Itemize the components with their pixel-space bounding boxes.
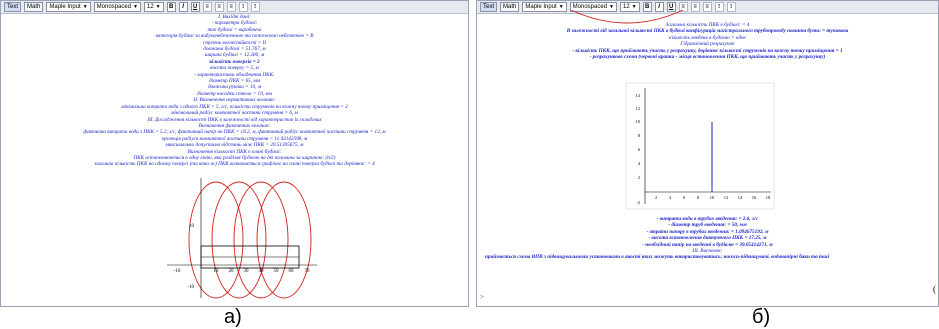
y-tick-label: -10 — [187, 285, 194, 290]
font-size-select[interactable]: 12 ▼ — [143, 2, 164, 12]
bullet-list-icon[interactable]: ⁝ — [714, 2, 724, 12]
coverage-circle — [211, 181, 267, 299]
numbered-list-icon[interactable]: ⁝ — [726, 2, 736, 12]
numbered-list-icon[interactable]: ⁝ — [250, 2, 260, 12]
x-tick-label: 2 — [655, 195, 657, 200]
x-tick-label: 10 — [214, 269, 220, 274]
align-right-icon[interactable]: ≡ — [702, 2, 712, 12]
y-tick-label: 10 — [189, 224, 195, 229]
coverage-circle — [233, 181, 289, 299]
coverage-circles — [188, 181, 312, 299]
coverage-circle — [256, 181, 312, 299]
x-tick-label: 30 — [244, 269, 250, 274]
italic-button[interactable]: I — [178, 2, 188, 12]
math-mode-button[interactable]: Math — [24, 2, 44, 12]
maple-worksheet-b: Text Math Maple Input ▼ Monospaced ▼ 12 ▼ B… — [476, 0, 939, 307]
conclusion-text: приймається схема ВПВ з підвищувальними … — [485, 254, 830, 261]
text-mode-button[interactable]: Text — [4, 2, 22, 12]
underline-button[interactable]: U — [190, 2, 200, 12]
y-tick-label: 2 — [638, 175, 640, 180]
text-line: - розрахункова схема (червоні крапки - м… — [589, 54, 826, 61]
y-tick-label: 10 — [636, 119, 641, 124]
y-tick-label: 12 — [636, 106, 641, 111]
x-tick-label: 50 — [274, 269, 280, 274]
chevron-down-icon: ▼ — [133, 4, 138, 10]
worksheet-content-a[interactable]: І. Вихідні дані: - параметри будівлі: ти… — [1, 14, 468, 306]
font-select[interactable]: Monospaced ▼ — [93, 2, 141, 12]
chevron-down-icon: ▼ — [558, 4, 564, 10]
hydraulic-scheme-plot: 14 12 10 8 6 4 2 -2 2 4 6 8 10 12 14 16 … — [625, 82, 775, 210]
bullet-list-icon[interactable]: ⁝ — [238, 2, 248, 12]
y-tick-label: -2 — [636, 200, 640, 205]
hose-coverage-plot: 10 -10 -10 10 20 30 40 50 60 70 — [167, 178, 317, 299]
x-tick-label: 16 — [752, 195, 757, 200]
format-toolbar: Text Math Maple Input ▼ Monospaced ▼ 12 ▼ B… — [477, 1, 938, 14]
x-tick-label: 14 — [738, 195, 743, 200]
x-tick-label: 40 — [259, 269, 265, 274]
circle-fragment — [570, 10, 684, 24]
coverage-circle — [188, 181, 244, 299]
x-tick-label: 70 — [305, 269, 311, 274]
align-right-icon[interactable]: ≡ — [226, 2, 236, 12]
worksheet-content-b[interactable]: Загальна кількість ПКК в будівлі: = 4 В … — [477, 10, 938, 306]
format-toolbar: Text Math Maple Input ▼ Monospaced ▼ 12 ▼ B… — [1, 1, 468, 14]
section-bracket: ( — [933, 284, 936, 294]
align-left-icon[interactable]: ≡ — [202, 2, 212, 12]
style-select[interactable]: Maple Input ▼ — [46, 2, 91, 12]
text-mode-button[interactable]: Text — [480, 2, 498, 12]
text-line: загальна кількість ПКК на одному поверсі… — [94, 161, 375, 168]
x-tick-label: 10 — [710, 195, 715, 200]
chevron-down-icon: ▼ — [155, 4, 161, 10]
style-select[interactable]: Maple Input ▼ — [522, 2, 567, 12]
plot-frame — [625, 82, 775, 210]
x-tick-label: -10 — [174, 269, 181, 274]
x-tick-label: 18 — [766, 195, 771, 200]
bold-button[interactable]: B — [166, 2, 176, 12]
maple-worksheet-a: Text Math Maple Input ▼ Monospaced ▼ 12 ▼ B… — [0, 0, 469, 307]
x-tick-label: 12 — [724, 195, 729, 200]
x-tick-label: 20 — [229, 269, 235, 274]
chevron-down-icon: ▼ — [82, 4, 88, 10]
math-mode-button[interactable]: Math — [500, 2, 520, 12]
input-prompt[interactable]: > — [480, 293, 484, 300]
caption-a: а) — [224, 306, 242, 328]
x-tick-label: 60 — [289, 269, 295, 274]
y-tick-label: 14 — [636, 93, 641, 98]
caption-b: б) — [752, 306, 771, 328]
align-center-icon[interactable]: ≡ — [214, 2, 224, 12]
align-center-icon[interactable]: ≡ — [690, 2, 700, 12]
